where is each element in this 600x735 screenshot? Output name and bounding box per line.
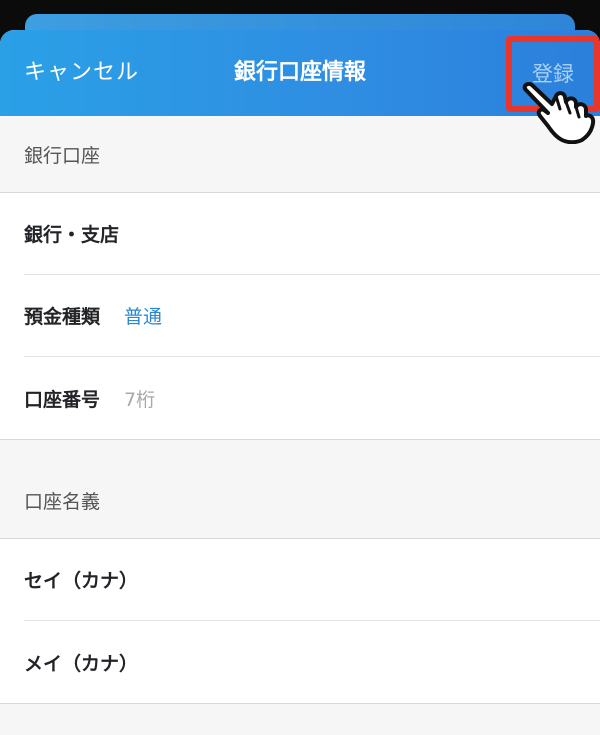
bank-branch-row[interactable]: 銀行・支店 [24,193,600,275]
bank-account-sheet: キャンセル 銀行口座情報 登録 銀行口座 銀行・支店 預金種類 普通 口座番号 … [0,30,600,735]
account-holder-section: セイ（カナ） メイ（カナ） [0,538,600,704]
deposit-type-row[interactable]: 預金種類 普通 [24,275,600,357]
account-number-label: 口座番号 [24,388,101,411]
section-header-bank-account: 銀行口座 [0,116,600,192]
surname-kana-label: セイ（カナ） [24,570,139,592]
section-header-account-holder: 口座名義 [0,462,600,538]
navigation-bar: キャンセル 銀行口座情報 登録 [0,30,600,116]
section-spacer [0,440,600,462]
bank-branch-label: 銀行・支店 [24,224,120,246]
given-name-kana-row[interactable]: メイ（カナ） [24,621,600,703]
account-number-field[interactable]: 7桁 [124,385,155,412]
account-number-row[interactable]: 口座番号 7桁 [24,357,600,439]
pointing-hand-icon [522,82,596,144]
deposit-type-value[interactable]: 普通 [124,302,162,329]
given-name-kana-label: メイ（カナ） [24,652,139,675]
deposit-type-label: 預金種類 [24,306,101,328]
bank-account-section: 銀行・支店 預金種類 普通 口座番号 7桁 [0,192,600,440]
surname-kana-row[interactable]: セイ（カナ） [24,539,600,621]
